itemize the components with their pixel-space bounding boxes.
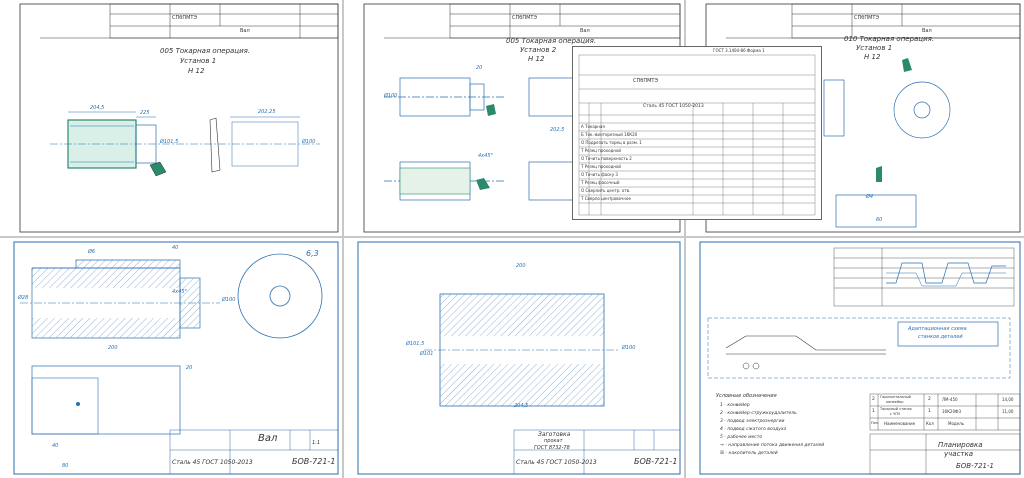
dim-label: Ø100 — [622, 345, 636, 351]
table-head: Наименование — [884, 421, 916, 426]
sheet-1-graphics — [19, 3, 339, 233]
setup-label: Установ 2 — [520, 46, 557, 54]
dim-label: 204,5 — [90, 105, 105, 111]
card-row: А Токарная — [581, 124, 605, 129]
dim-label: 20 — [186, 365, 193, 371]
dim-label: 202,25 — [258, 109, 276, 115]
dim-label: 4х45° — [478, 153, 494, 159]
operation-title: 010 Токарная операция. — [844, 35, 935, 43]
table-cell: 14,00 — [1002, 397, 1014, 402]
legend-item: → - направление потока движения деталей — [720, 443, 825, 448]
card-row: Т Резец проходной — [581, 164, 622, 169]
setup-label: Установ 1 — [180, 57, 217, 65]
layout-code: БОВ-721-1 — [956, 462, 994, 470]
table-cell: 2 — [872, 397, 875, 402]
table-cell: 1 — [872, 409, 875, 414]
mark-label: Н 12 — [528, 55, 545, 63]
dim-label: 225 — [140, 110, 150, 116]
dim-label: Ø101,5 — [160, 139, 179, 145]
roughness-mark: 6,3 — [306, 249, 319, 258]
header-code: СПбПМТЭ — [172, 15, 197, 21]
legend-item: 1 - конвейер — [720, 403, 750, 408]
part-title: Вал — [258, 433, 278, 444]
card-row: О Сверлить центр. отв. — [581, 188, 631, 193]
part-code: БОВ-721-1 — [292, 457, 336, 466]
part-material: Сталь 45 ГОСТ 1050-2013 — [172, 459, 253, 466]
table-cell: Горизонтальный — [880, 395, 911, 399]
sheet-4-graphics — [13, 241, 339, 475]
mark-label: Н 12 — [864, 53, 881, 61]
card-material: Сталь 45 ГОСТ 1050-2013 — [643, 104, 704, 109]
scheme-label-2: станков деталей — [918, 334, 963, 340]
layout-subtitle: участка — [944, 450, 974, 458]
header-code: СПбПМТЭ — [512, 15, 537, 21]
dim-label: Ø28 — [18, 295, 29, 301]
dim-label: Ø100 — [302, 139, 316, 145]
dim-label: 200 — [516, 263, 526, 269]
operation-title: 005 Токарная операция. — [506, 37, 597, 45]
card-row: Т Сверло центровочное — [581, 196, 631, 201]
mark-label: Н 12 — [188, 67, 205, 75]
card-doc: ГОСТ 3.1404-86 Форма 1 — [713, 48, 765, 53]
header-name: Вал — [922, 28, 932, 34]
dim-label: 202,5 — [550, 127, 565, 133]
dim-label: Ø100 — [384, 93, 398, 99]
card-row: Т Резец проходной — [581, 148, 622, 153]
dim-label: 20 — [476, 65, 483, 71]
route-card: ГОСТ 3.1404-86 Форма 1 СПбПМТЭ Сталь 45 … — [572, 46, 822, 220]
table-cell: ЛМ-450 — [942, 397, 958, 402]
legend-item: 5 - рабочее место — [720, 435, 763, 440]
drawing-sheet-1: СПбПМТЭ Вал 005 Токарная операция. Устан… — [0, 0, 342, 236]
card-row: О Точить поверхность 2 — [581, 156, 632, 161]
dim-label: Ø101,5 — [406, 341, 425, 347]
blank-subtitle: прокат — [544, 438, 563, 444]
layout-title: Планировка — [938, 441, 983, 449]
table-cell: 16К20Ф3 — [942, 409, 962, 414]
card-row: О Точить фаску 3 — [581, 172, 618, 177]
legend-title: Условные обозначения — [716, 393, 777, 399]
drawing-sheet-5: 200 Ø101,5 Ø101 Ø100 204,5 Заготовка про… — [344, 238, 684, 478]
blank-std: ГОСТ 8732-78 — [534, 445, 570, 451]
setup-label: Установ 1 — [856, 44, 893, 52]
dim-label: 80 — [62, 463, 69, 469]
blank-material: Сталь 45 ГОСТ 1050-2013 — [516, 459, 597, 466]
part-scale: 1:1 — [312, 440, 321, 446]
dim-label: 40 — [172, 245, 179, 251]
blank-code: БОВ-721-1 — [634, 457, 678, 466]
card-code: СПбПМТЭ — [633, 78, 658, 84]
card-row: Б Ток.-винторезный 16К20 — [581, 132, 638, 137]
operation-title: 005 Токарная операция. — [160, 47, 251, 55]
legend-item: 4 - подвод сжатого воздуха — [720, 427, 787, 432]
dim-label: 204,5 — [514, 403, 529, 409]
table-head: Поз. — [871, 421, 879, 425]
table-cell: с ЧПУ — [890, 412, 901, 416]
sheet-5-graphics — [357, 241, 681, 475]
table-cell: 11,00 — [1002, 409, 1014, 414]
table-cell: 2 — [928, 397, 931, 402]
dim-label: 4х45° — [172, 289, 188, 295]
table-cell: конвейер — [886, 400, 904, 404]
card-row: Т Резец фасочный — [581, 180, 620, 185]
dim-label: Ø6 — [88, 249, 96, 255]
dim-label: 200 — [108, 345, 118, 351]
card-row: О Подрезать торец в разм. 1 — [581, 140, 642, 145]
dim-label: Ø4 — [866, 194, 874, 200]
header-name: Вал — [580, 28, 590, 34]
header-name: Вал — [240, 28, 250, 34]
table-head: Модель — [948, 421, 965, 426]
drawing-sheet-4: Ø6 40 Ø28 4х45° Ø100 200 20 40 80 6,3 Ва… — [0, 238, 342, 478]
legend-item: ☒ - накопитель деталей — [720, 451, 778, 456]
header-code: СПбПМТЭ — [854, 15, 879, 21]
dim-label: Ø101 — [420, 351, 434, 357]
drawing-sheet-6: Адаптационная схема станков деталей Усло… — [686, 238, 1024, 478]
dim-label: 60 — [876, 217, 883, 223]
dim-label: 40 — [52, 443, 59, 449]
table-cell: 1 — [928, 409, 931, 414]
table-cell: Токарный станок — [880, 407, 912, 411]
scheme-label: Адаптационная схема — [908, 326, 967, 332]
table-head: Кол — [926, 421, 934, 426]
legend-item: 2 - конвейер-стружкоудалитель — [720, 411, 797, 416]
legend-item: 3 - подвод электроэнергии — [720, 419, 785, 424]
dim-label: Ø100 — [222, 297, 236, 303]
